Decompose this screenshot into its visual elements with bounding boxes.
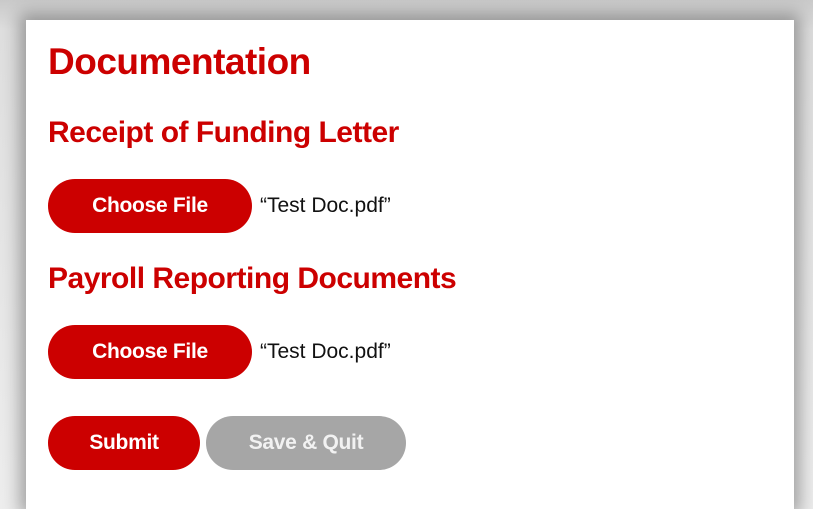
choose-file-button-funding-letter[interactable]: Choose File: [48, 179, 252, 233]
file-upload-funding-letter: Choose File “Test Doc.pdf”: [48, 179, 391, 233]
choose-file-button-payroll-documents[interactable]: Choose File: [48, 325, 252, 379]
save-and-quit-button[interactable]: Save & Quit: [206, 416, 406, 470]
selected-file-name-payroll-documents: “Test Doc.pdf”: [260, 340, 391, 363]
file-upload-payroll-documents: Choose File “Test Doc.pdf”: [48, 325, 391, 379]
selected-file-name-funding-letter: “Test Doc.pdf”: [260, 194, 391, 217]
section-heading-payroll-documents: Payroll Reporting Documents: [48, 262, 457, 295]
section-heading-funding-letter: Receipt of Funding Letter: [48, 116, 399, 149]
page-title: Documentation: [48, 41, 311, 82]
submit-button[interactable]: Submit: [48, 416, 200, 470]
form-actions: Submit Save & Quit: [48, 416, 406, 470]
